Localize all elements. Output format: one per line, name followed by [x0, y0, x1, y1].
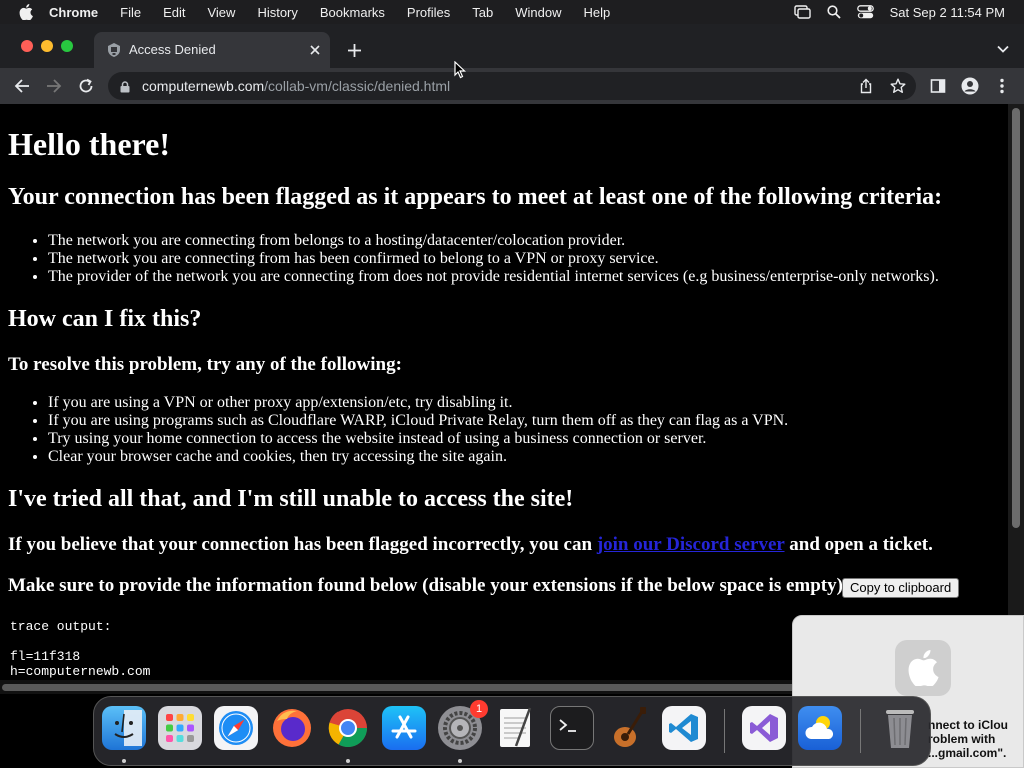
settings-running-dot: [458, 759, 462, 763]
mouse-cursor-icon: [454, 60, 467, 79]
screen-mirroring-icon[interactable]: [793, 5, 811, 19]
url-host: computernewb.com: [142, 78, 265, 94]
menu-edit[interactable]: Edit: [163, 5, 185, 20]
share-icon[interactable]: [858, 78, 874, 94]
close-window-button[interactable]: [21, 40, 33, 52]
fix-item-clear-cache: Clear your browser cache and cookies, th…: [48, 448, 788, 466]
bookmark-star-icon[interactable]: [890, 78, 906, 94]
control-center-icon[interactable]: [856, 5, 874, 19]
fix-item-warp-relay: If you are using programs such as Cloudf…: [48, 412, 788, 430]
flagged-heading: Your connection has been flagged as it a…: [8, 184, 943, 210]
menu-bar-clock[interactable]: Sat Sep 2 11:54 PM: [890, 5, 1005, 20]
incorrect-suffix-text: and open a ticket.: [784, 534, 933, 555]
menu-history[interactable]: History: [257, 5, 297, 20]
back-arrow-icon[interactable]: [12, 76, 32, 96]
incorrect-flag-paragraph: If you believe that your connection has …: [8, 534, 933, 556]
spotlight-search-icon[interactable]: [827, 5, 841, 19]
tab-access-denied[interactable]: Access Denied: [94, 32, 330, 68]
notification-text: nnect to iClou roblem with ...gmail.com"…: [928, 718, 1024, 760]
garageband-guitar-icon[interactable]: [606, 706, 650, 750]
copy-to-clipboard-button[interactable]: Copy to clipboard: [842, 578, 960, 598]
tab-close-icon[interactable]: [306, 41, 324, 59]
new-tab-plus-icon[interactable]: [344, 40, 364, 60]
tab-search-chevron-down-icon[interactable]: [996, 42, 1010, 56]
system-settings-apple-icon: [895, 640, 951, 696]
browser-toolbar: computernewb.com/collab-vm/classic/denie…: [0, 68, 1024, 104]
profile-avatar-icon[interactable]: [960, 76, 980, 96]
system-settings-gear-icon[interactable]: 1: [438, 700, 488, 750]
chrome-running-dot: [346, 759, 350, 763]
criteria-item-residential: The provider of the network you are conn…: [48, 268, 939, 286]
safari-icon[interactable]: [214, 706, 258, 750]
fixes-list: If you are using a VPN or other proxy ap…: [48, 394, 788, 466]
menu-help[interactable]: Help: [584, 5, 611, 20]
tried-heading: I've tried all that, and I'm still unabl…: [8, 486, 574, 512]
menu-tab[interactable]: Tab: [472, 5, 493, 20]
criteria-list: The network you are connecting from belo…: [48, 232, 939, 286]
dock: 1: [93, 696, 931, 766]
menu-app-chrome[interactable]: Chrome: [49, 5, 98, 20]
url-path: /collab-vm/classic/denied.html: [264, 78, 451, 94]
dock-separator: [724, 709, 725, 753]
criteria-item-hosting: The network you are connecting from belo…: [48, 232, 939, 250]
discord-link[interactable]: join our Discord server: [597, 534, 785, 555]
incorrect-prefix-text: If you believe that your connection has …: [8, 534, 597, 555]
forward-arrow-icon[interactable]: [44, 76, 64, 96]
tab-strip: Access Denied: [0, 24, 1024, 68]
menu-profiles[interactable]: Profiles: [407, 5, 450, 20]
vscode-icon[interactable]: [662, 706, 706, 750]
tab-title: Access Denied: [129, 42, 216, 57]
trace-output: trace output: fl=11f318 h=computernewb.co…: [10, 619, 150, 679]
side-panel-icon[interactable]: [928, 76, 948, 96]
textedit-icon[interactable]: [494, 706, 538, 750]
finder-running-dot: [122, 759, 126, 763]
visual-studio-icon[interactable]: [742, 706, 786, 750]
page-content: Hello there! Your connection has been fl…: [0, 104, 1008, 680]
menu-window[interactable]: Window: [515, 5, 561, 20]
notification-line: ...gmail.com".: [928, 746, 1007, 760]
settings-notification-badge: 1: [470, 700, 488, 718]
terminal-icon[interactable]: [550, 706, 594, 750]
provide-info-paragraph: Make sure to provide the information fou…: [8, 575, 850, 596]
trace-line: h=computernewb.com: [10, 664, 151, 679]
notification-line: nnect to iClou: [928, 718, 1008, 732]
menu-bar-status: Sat Sep 2 11:54 PM: [793, 0, 1005, 24]
notification-line: roblem with: [928, 732, 996, 746]
lock-icon[interactable]: [120, 80, 130, 93]
launchpad-icon[interactable]: [158, 706, 202, 750]
menu-file[interactable]: File: [120, 5, 141, 20]
reload-icon[interactable]: [76, 76, 96, 96]
menu-bar: Chrome File Edit View History Bookmarks …: [0, 0, 1024, 24]
url-text[interactable]: computernewb.com/collab-vm/classic/denie…: [142, 78, 450, 94]
finder-icon[interactable]: [102, 706, 146, 750]
fix-item-disable-vpn: If you are using a VPN or other proxy ap…: [48, 394, 788, 412]
minimize-window-button[interactable]: [41, 40, 53, 52]
fix-heading: How can I fix this?: [8, 306, 202, 332]
app-store-icon[interactable]: [382, 706, 426, 750]
criteria-item-vpn: The network you are connecting from has …: [48, 250, 939, 268]
firefox-icon[interactable]: [270, 706, 314, 750]
trace-label: trace output:: [10, 619, 112, 634]
apple-menu-icon[interactable]: [19, 4, 35, 20]
dock-separator: [860, 709, 861, 753]
chrome-icon[interactable]: [326, 706, 370, 750]
fix-item-home-connection: Try using your home connection to access…: [48, 430, 788, 448]
chrome-menu-kebab-icon[interactable]: [992, 76, 1012, 96]
address-bar[interactable]: computernewb.com/collab-vm/classic/denie…: [108, 72, 916, 100]
menu-bookmarks[interactable]: Bookmarks: [320, 5, 385, 20]
site-favicon-icon: [106, 42, 122, 58]
page-title: Hello there!: [8, 126, 171, 162]
trace-line: fl=11f318: [10, 649, 81, 664]
zoom-window-button[interactable]: [61, 40, 73, 52]
vertical-scrollbar[interactable]: [1008, 104, 1024, 680]
weather-icon[interactable]: [798, 706, 842, 750]
menu-view[interactable]: View: [207, 5, 235, 20]
scrollbar-thumb[interactable]: [1012, 108, 1020, 528]
resolve-heading: To resolve this problem, try any of the …: [8, 354, 402, 375]
trash-icon[interactable]: [878, 706, 922, 750]
